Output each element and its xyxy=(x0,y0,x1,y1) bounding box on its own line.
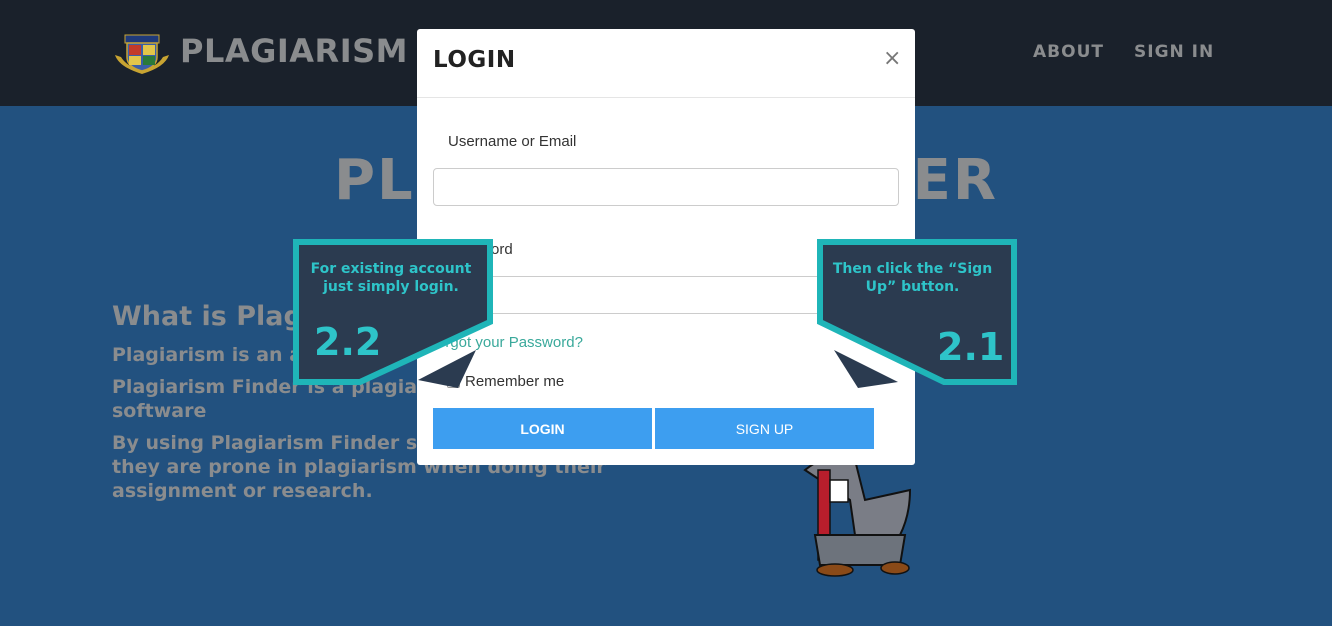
forgot-password-link[interactable]: orgot your Password? xyxy=(437,334,583,351)
password-label: ord xyxy=(491,241,513,258)
remember-me-label[interactable]: Remember me xyxy=(465,373,564,390)
login-modal: LOGIN × Username or Email ord orgot your… xyxy=(417,29,915,465)
close-icon[interactable]: × xyxy=(883,46,901,71)
username-input[interactable] xyxy=(433,168,899,206)
remember-me-checkbox[interactable] xyxy=(447,375,460,388)
modal-title: LOGIN xyxy=(433,47,516,73)
login-button[interactable]: LOGIN xyxy=(433,408,652,449)
sign-up-button[interactable]: SIGN UP xyxy=(655,408,874,449)
password-input[interactable] xyxy=(433,276,899,314)
username-label: Username or Email xyxy=(448,133,577,150)
modal-divider xyxy=(417,97,915,98)
